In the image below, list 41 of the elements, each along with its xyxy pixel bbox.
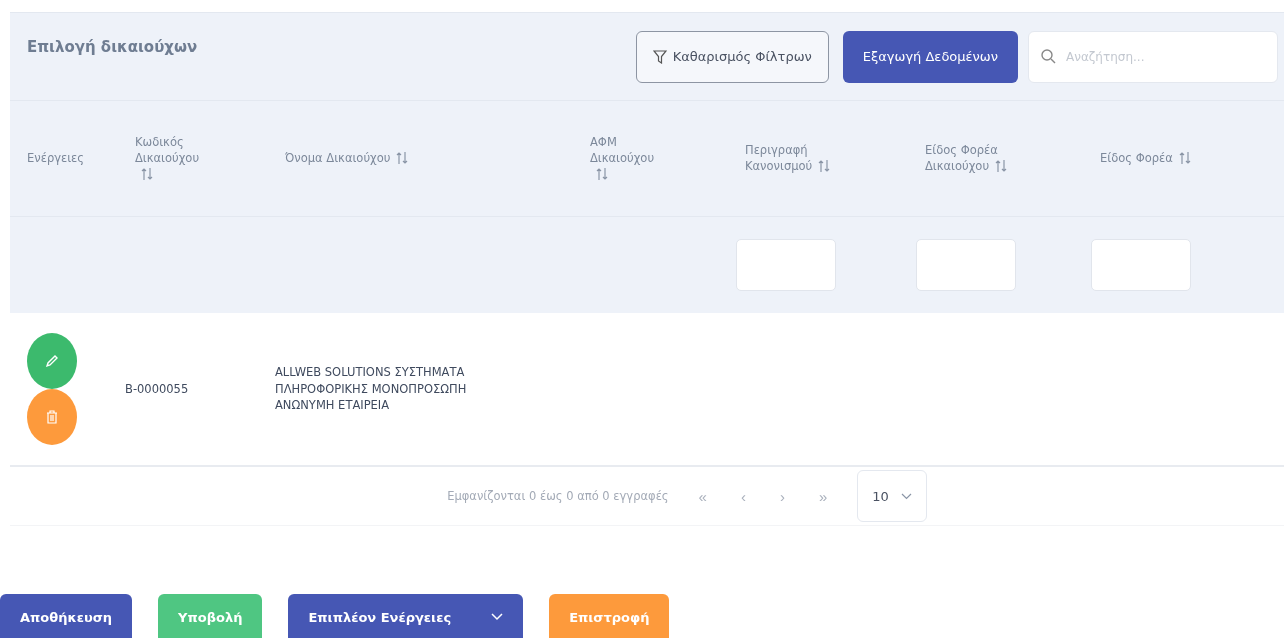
action-button[interactable]: Υποβολή — [158, 594, 263, 638]
sort-icon[interactable] — [396, 151, 409, 166]
page-nav-button[interactable]: › — [775, 487, 789, 505]
column-header[interactable]: ΑΦΜ Δικαιούχου — [573, 135, 670, 182]
caret-icon — [900, 492, 912, 500]
page-nav-button[interactable]: » — [814, 487, 832, 505]
column-header[interactable]: Κωδικός Δικαιούχου — [118, 135, 215, 182]
sort-icon[interactable] — [141, 166, 153, 181]
table-cell-text: ALLWEB SOLUTIONS ΣΥΣΤΗΜΑΤΑ ΠΛΗΡΟΦΟΡΙΚΗΣ ΜΟΝΟΠΡΟΣΩΠΗ ΑΝΩΝΥΜΗ ΕΤΑΙΡΕΙΑ — [274, 364, 468, 414]
clear-filters-button[interactable]: Καθαρισμός Φίλτρων — [635, 30, 829, 83]
filter-field[interactable] — [1091, 239, 1191, 291]
sort-icon[interactable] — [995, 159, 1008, 173]
filter-field[interactable] — [736, 239, 836, 291]
search-input[interactable]: Αναζήτηση... — [1064, 48, 1248, 65]
sort-icon[interactable] — [1178, 151, 1191, 166]
edit-button[interactable] — [27, 333, 77, 389]
page-nav-button[interactable]: ‹ — [736, 487, 750, 505]
filter-icon — [652, 49, 667, 64]
action-button[interactable]: Επιπλέον Ενέργειες — [288, 594, 524, 638]
export-button[interactable]: Εξαγωγή Δεδομένων — [842, 30, 1018, 83]
action-button[interactable]: Αποθήκευση — [0, 594, 133, 638]
sort-icon[interactable] — [596, 166, 608, 181]
panel-title: Επιλογή δικαιούχων — [27, 37, 199, 56]
search-field[interactable]: Αναζήτηση... — [1028, 30, 1278, 83]
pagination-info: Εμφανίζονται 0 έως 0 από 0 εγγραφές — [447, 489, 669, 503]
caret-icon — [491, 613, 504, 621]
pencil-icon — [45, 354, 59, 368]
sort-icon[interactable] — [818, 159, 831, 173]
column-header: Ενέργειες — [26, 150, 86, 167]
search-icon — [1041, 49, 1056, 64]
column-header[interactable]: Όνομα Δικαιούχου — [268, 150, 573, 167]
filter-field[interactable] — [916, 239, 1016, 291]
column-header[interactable]: Περιγραφή Κανονισμού — [728, 143, 865, 174]
column-header[interactable]: Είδος Φορέα — [1083, 150, 1284, 167]
column-header[interactable]: Είδος Φορέα Δικαιούχου — [908, 143, 1045, 174]
table-cell-text: B-0000055 — [124, 380, 190, 398]
action-button[interactable]: Επιστροφή — [549, 594, 670, 638]
trash-icon — [46, 410, 58, 424]
delete-button[interactable] — [27, 389, 77, 445]
page-size-select[interactable]: 10 — [857, 470, 927, 522]
page-nav-button[interactable]: « — [694, 487, 711, 505]
